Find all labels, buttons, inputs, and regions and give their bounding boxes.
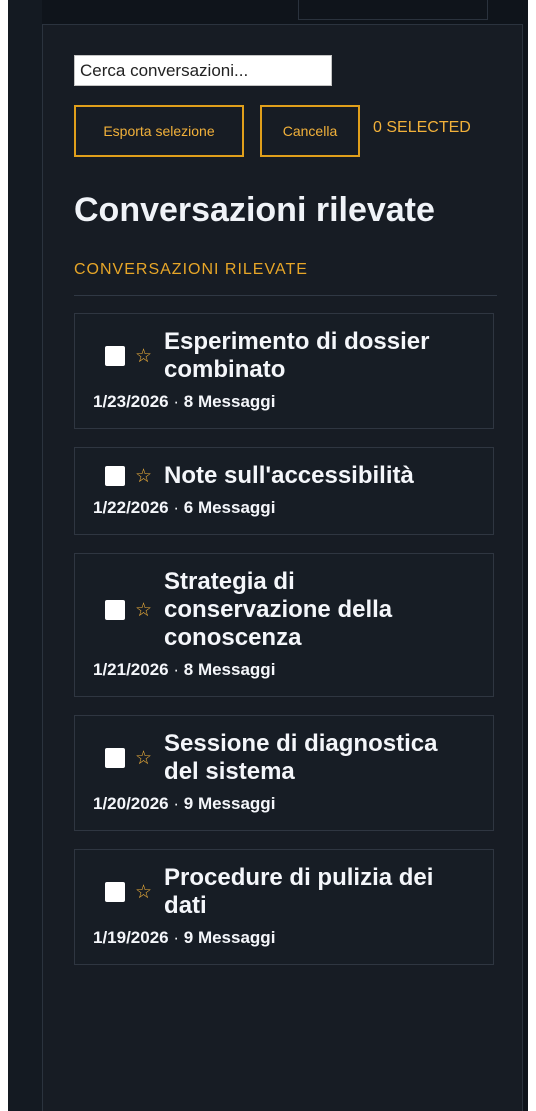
card-header: ☆ Procedure di pulizia dei dati	[93, 864, 475, 920]
conversation-meta: 1/22/2026 · 6 Messaggi	[93, 498, 475, 518]
meta-separator: ·	[173, 498, 184, 517]
conversation-panel: Esporta selezione Cancella 0 SELECTED Co…	[42, 24, 523, 1111]
section-label: CONVERSAZIONI RILEVATE	[74, 261, 308, 278]
star-icon[interactable]: ☆	[135, 882, 152, 902]
conversation-meta: 1/19/2026 · 9 Messaggi	[93, 928, 475, 948]
section-divider	[74, 295, 497, 296]
meta-separator: ·	[173, 928, 184, 947]
select-checkbox[interactable]	[105, 882, 125, 902]
conversation-card[interactable]: ☆ Sessione di diagnostica del sistema 1/…	[74, 715, 494, 831]
card-header: ☆ Esperimento di dossier combinato	[93, 328, 475, 384]
conversation-card[interactable]: ☆ Note sull'accessibilità 1/22/2026 · 6 …	[74, 447, 494, 535]
selected-count: 0 SELECTED	[373, 119, 471, 136]
select-checkbox[interactable]	[105, 466, 125, 486]
message-count: 8 Messaggi	[183, 392, 276, 411]
meta-separator: ·	[173, 660, 184, 679]
top-tab-edge	[298, 0, 488, 20]
delete-button[interactable]: Cancella	[260, 105, 360, 157]
conversation-title: Note sull'accessibilità	[164, 462, 414, 489]
conversation-title: Esperimento di dossier combinato	[164, 328, 430, 383]
app-window: Esporta selezione Cancella 0 SELECTED Co…	[8, 0, 528, 1111]
conversation-title: Procedure di pulizia dei dati	[164, 864, 434, 919]
conversation-date: 1/20/2026	[93, 794, 169, 813]
card-header: ☆ Sessione di diagnostica del sistema	[93, 730, 475, 786]
conversation-title: Strategia di conservazione della conosce…	[164, 568, 393, 651]
select-checkbox[interactable]	[105, 346, 125, 366]
meta-separator: ·	[173, 392, 184, 411]
select-checkbox[interactable]	[105, 600, 125, 620]
search-input[interactable]	[74, 55, 332, 86]
conversation-meta: 1/21/2026 · 8 Messaggi	[93, 660, 475, 680]
conversation-title: Sessione di diagnostica del sistema	[164, 730, 438, 785]
conversation-meta: 1/23/2026 · 8 Messaggi	[93, 392, 475, 412]
star-icon[interactable]: ☆	[135, 466, 152, 486]
conversation-card[interactable]: ☆ Strategia di conservazione della conos…	[74, 553, 494, 697]
conversation-card[interactable]: ☆ Esperimento di dossier combinato 1/23/…	[74, 313, 494, 429]
select-checkbox[interactable]	[105, 748, 125, 768]
viewport: Esporta selezione Cancella 0 SELECTED Co…	[0, 0, 536, 1111]
conversation-date: 1/21/2026	[93, 660, 169, 679]
message-count: 6 Messaggi	[183, 498, 276, 517]
card-header: ☆ Strategia di conservazione della conos…	[93, 568, 475, 652]
message-count: 8 Messaggi	[183, 660, 276, 679]
star-icon[interactable]: ☆	[135, 600, 152, 620]
conversation-card[interactable]: ☆ Procedure di pulizia dei dati 1/19/202…	[74, 849, 494, 965]
star-icon[interactable]: ☆	[135, 748, 152, 768]
page-title: Conversazioni rilevate	[74, 191, 435, 229]
conversation-date: 1/23/2026	[93, 392, 169, 411]
conversation-meta: 1/20/2026 · 9 Messaggi	[93, 794, 475, 814]
conversation-date: 1/19/2026	[93, 928, 169, 947]
message-count: 9 Messaggi	[183, 794, 276, 813]
conversation-list: ☆ Esperimento di dossier combinato 1/23/…	[74, 313, 494, 983]
conversation-date: 1/22/2026	[93, 498, 169, 517]
export-selection-button[interactable]: Esporta selezione	[74, 105, 244, 157]
message-count: 9 Messaggi	[183, 928, 276, 947]
meta-separator: ·	[173, 794, 184, 813]
card-header: ☆ Note sull'accessibilità	[93, 462, 475, 490]
left-sidebar-strip	[8, 0, 42, 1111]
star-icon[interactable]: ☆	[135, 346, 152, 366]
